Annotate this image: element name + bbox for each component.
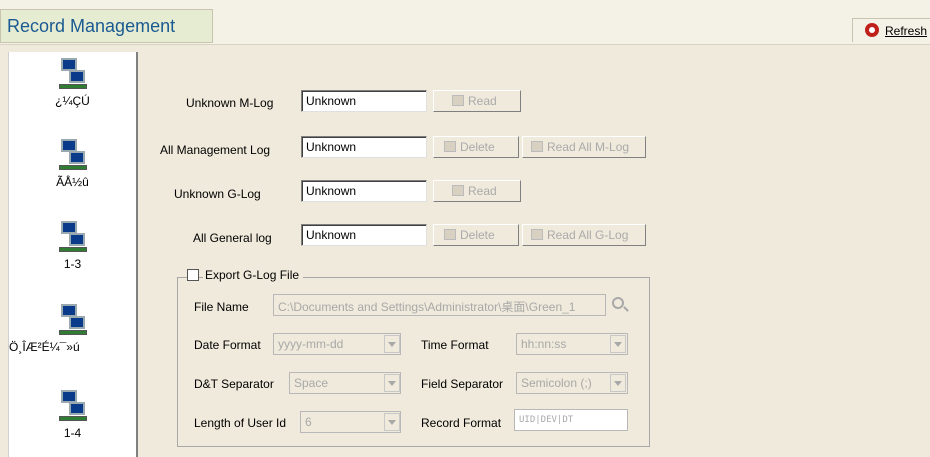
all-glog-label: All General log (193, 231, 272, 245)
sidebar-item-device-3[interactable]: 1-3 (9, 221, 136, 271)
record-format-field[interactable]: UID|DEV|DT (514, 409, 628, 431)
read-glog-button[interactable]: Read (433, 180, 521, 202)
delete-icon (444, 229, 456, 240)
refresh-label: Refresh (885, 24, 928, 38)
refresh-button[interactable]: Refresh (852, 18, 930, 42)
all-mlog-label: All Management Log (160, 143, 271, 157)
computer-icon (57, 58, 89, 90)
date-format-label: Date Format (194, 338, 261, 352)
device-sidebar: ¿¼ÇÚ ÃÅ½û 1-3 Ö¸ÎÆ²É¼¯»ú 1-4 (8, 52, 138, 457)
sidebar-item-label: Ö¸ÎÆ²É¼¯»ú (9, 340, 80, 354)
read-mlog-button[interactable]: Read (433, 90, 521, 112)
browse-icon[interactable] (612, 297, 624, 309)
header-bar: Record Management Refresh (0, 0, 930, 45)
unknown-mlog-label: Unknown M-Log (186, 96, 274, 110)
chevron-down-icon[interactable] (384, 413, 400, 431)
read-all-mlog-button[interactable]: Read All M-Log (522, 136, 646, 158)
sidebar-item-label: ÃÅ½û (56, 175, 89, 189)
all-mlog-field[interactable]: Unknown (301, 136, 427, 158)
export-glog-checkbox[interactable] (187, 269, 199, 281)
file-name-field[interactable]: C:\Documents and Settings\Administrator\… (273, 294, 606, 316)
delete-mlog-button[interactable]: Delete (433, 136, 519, 158)
unknown-glog-label: Unknown G-Log (174, 187, 261, 201)
read-icon (531, 229, 543, 240)
length-user-id-label: Length of User Id (194, 416, 287, 430)
title-tab: Record Management (0, 9, 213, 43)
export-glog-title: Export G-Log File (203, 268, 304, 282)
computer-icon (57, 304, 89, 336)
computer-icon (57, 390, 89, 422)
all-glog-field[interactable]: Unknown (301, 224, 427, 246)
sidebar-item-device-4[interactable]: Ö¸ÎÆ²É¼¯»ú (9, 304, 136, 354)
chevron-down-icon[interactable] (610, 374, 626, 392)
date-format-select[interactable]: yyyy-mm-dd (273, 333, 401, 355)
page-title: Record Management (7, 16, 176, 36)
field-separator-label: Field Separator (421, 377, 504, 391)
sidebar-item-device-1[interactable]: ¿¼ÇÚ (9, 58, 136, 108)
sidebar-item-device-2[interactable]: ÃÅ½û (9, 139, 136, 189)
delete-glog-button[interactable]: Delete (433, 224, 519, 246)
read-all-glog-button[interactable]: Read All G-Log (522, 224, 646, 246)
read-icon (452, 185, 464, 196)
chevron-down-icon[interactable] (384, 374, 400, 392)
record-format-label: Record Format (421, 416, 502, 430)
refresh-icon (865, 23, 879, 37)
unknown-glog-field[interactable]: Unknown (301, 180, 427, 202)
chevron-down-icon[interactable] (384, 335, 400, 353)
computer-icon (57, 221, 89, 253)
sidebar-item-label: ¿¼ÇÚ (55, 94, 90, 108)
delete-icon (444, 141, 456, 152)
sidebar-item-label: 1-3 (63, 257, 82, 271)
dt-separator-label: D&T Separator (194, 377, 274, 391)
unknown-mlog-field[interactable]: Unknown (301, 90, 427, 112)
read-icon (452, 95, 464, 106)
sidebar-item-label: 1-4 (63, 426, 82, 440)
file-name-label: File Name (194, 300, 249, 314)
read-icon (531, 141, 543, 152)
time-format-label: Time Format (421, 338, 489, 352)
computer-icon (57, 139, 89, 171)
chevron-down-icon[interactable] (610, 335, 626, 353)
sidebar-item-device-5[interactable]: 1-4 (9, 390, 136, 440)
